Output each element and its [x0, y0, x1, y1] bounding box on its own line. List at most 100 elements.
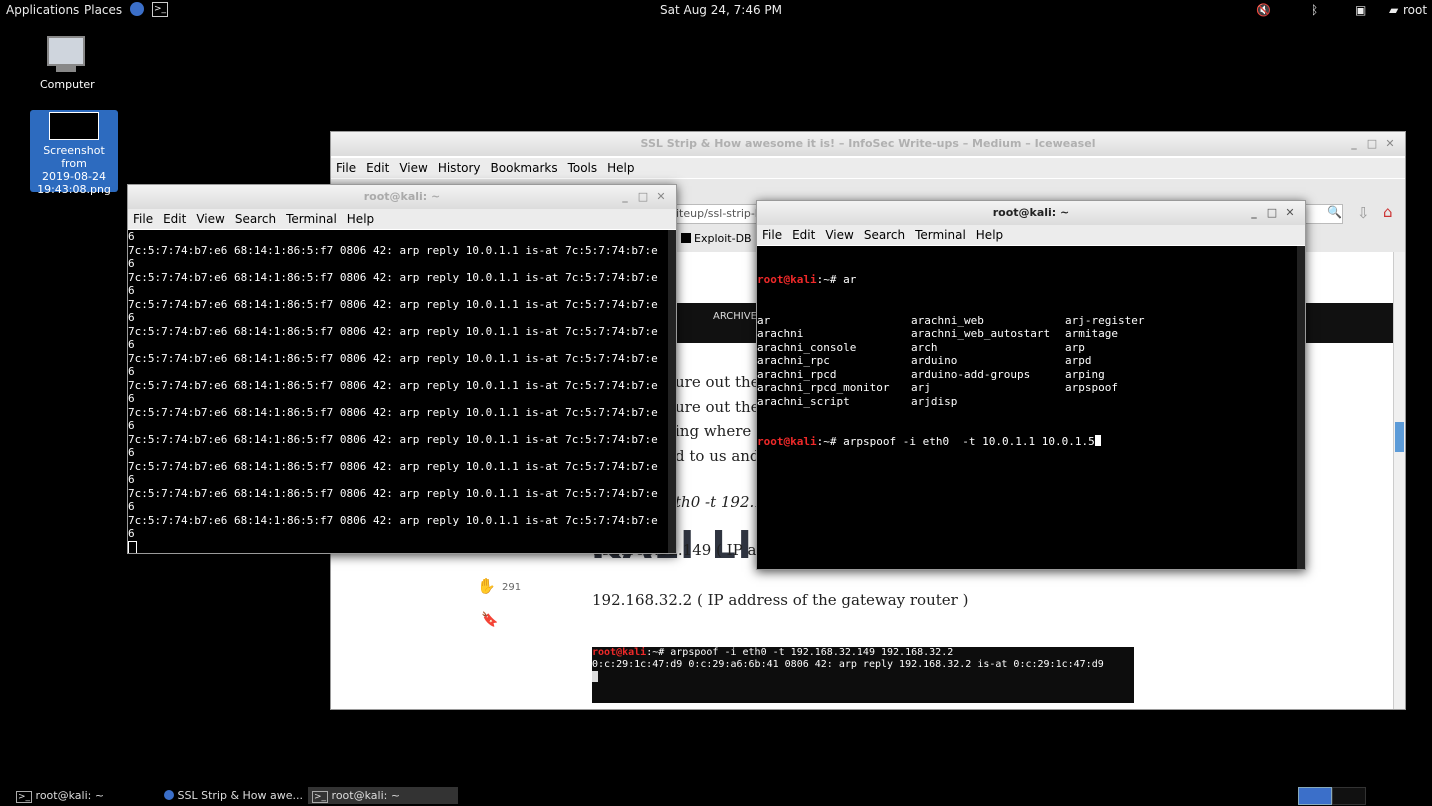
chat-icon[interactable]: ▰ — [1389, 3, 1398, 17]
bookmark-icon[interactable]: 🔖 — [481, 612, 498, 628]
completion-item: arp — [1065, 340, 1085, 354]
volume-muted-icon[interactable]: 🔇 — [1256, 3, 1271, 17]
completion-row: arachni_console arch arp — [757, 341, 1297, 355]
terminal-scrollbar[interactable] — [1297, 246, 1305, 569]
browser-scrollbar[interactable] — [1393, 252, 1405, 709]
browser-titlebar[interactable]: SSL Strip & How awesome it is! – InfoSec… — [331, 132, 1405, 156]
output-line: 7c:5:7:74:b7:e6 68:14:1:86:5:f7 0806 42:… — [128, 243, 658, 257]
article-code-screenshot: root@kali:~# arpspoof -i eth0 -t 192.168… — [592, 647, 1134, 703]
menu-help[interactable]: Help — [602, 158, 639, 178]
prompt-line: root@kali:~# ar — [757, 273, 857, 286]
menu-edit[interactable]: Edit — [361, 158, 394, 178]
terminal-cursor — [1094, 435, 1101, 446]
menu-file[interactable]: File — [128, 209, 158, 229]
terminal-cursor — [128, 540, 668, 553]
completion-item: ar — [757, 313, 771, 327]
menu-tools[interactable]: Tools — [563, 158, 603, 178]
clock[interactable]: Sat Aug 24, 7:46 PM — [660, 3, 782, 17]
close-icon[interactable]: ✕ — [1381, 132, 1399, 156]
menu-view[interactable]: View — [820, 225, 858, 245]
menu-search[interactable]: Search — [859, 225, 910, 245]
exploit-db-icon — [681, 233, 691, 243]
terminal-titlebar[interactable]: root@kali: ~ _ □ ✕ — [128, 185, 676, 209]
nav-archive[interactable]: ARCHIVE — [713, 311, 757, 322]
completion-item: arachni_rpcd — [757, 367, 837, 381]
output-line: 6 — [128, 257, 135, 270]
completion-row: ar arachni_web arj-register — [757, 314, 1297, 328]
image-thumbnail-icon — [49, 112, 99, 140]
code-prompt: root@kali — [592, 647, 647, 658]
output-line: 7c:5:7:74:b7:e6 68:14:1:86:5:f7 0806 42:… — [128, 351, 658, 365]
applications-menu[interactable]: Applications — [6, 3, 79, 17]
code-command: :~# arpspoof -i eth0 -t 192.168.32.149 1… — [646, 647, 954, 658]
minimize-icon[interactable]: _ — [1245, 201, 1263, 225]
clap-count: 291 — [502, 582, 522, 593]
taskbar: >_ root@kali: ~ SSL Strip & How awe... >… — [0, 785, 1432, 805]
terminal-titlebar[interactable]: root@kali: ~ _ □ ✕ — [757, 201, 1305, 225]
output-line: 6 — [128, 419, 135, 432]
terminal-menubar: File Edit View Search Terminal Help — [128, 209, 676, 229]
clap-icon[interactable]: ✋ — [477, 577, 496, 595]
output-line: 7c:5:7:74:b7:e6 68:14:1:86:5:f7 0806 42:… — [128, 513, 658, 527]
menu-view[interactable]: View — [191, 209, 229, 229]
bluetooth-icon[interactable]: ᛒ — [1311, 3, 1318, 17]
terminal-output[interactable]: root@kali:~# ar ar arachni_web arj-registe… — [757, 246, 1297, 569]
network-icon[interactable]: ▣ — [1355, 3, 1366, 17]
menu-help[interactable]: Help — [342, 209, 379, 229]
iceweasel-launcher-icon[interactable] — [130, 2, 144, 16]
bookmark-exploit-db[interactable]: Exploit-DB — [681, 232, 752, 245]
completion-item: arj-register — [1065, 313, 1145, 327]
workspace-switcher-1[interactable] — [1298, 787, 1332, 805]
menu-help[interactable]: Help — [971, 225, 1008, 245]
scrollbar-thumb[interactable] — [1395, 422, 1404, 452]
browser-title: SSL Strip & How awesome it is! – InfoSec… — [640, 137, 1096, 150]
minimize-icon[interactable]: _ — [1345, 132, 1363, 156]
taskbar-item-terminal-2[interactable]: >_ root@kali: ~ — [308, 787, 458, 804]
workspace-switcher-2[interactable] — [1332, 787, 1366, 805]
output-line: 7c:5:7:74:b7:e6 68:14:1:86:5:f7 0806 42:… — [128, 486, 658, 500]
menu-edit[interactable]: Edit — [787, 225, 820, 245]
close-icon[interactable]: ✕ — [1281, 201, 1299, 225]
output-line: 6 — [128, 230, 135, 243]
maximize-icon[interactable]: □ — [1263, 201, 1281, 225]
menu-search[interactable]: Search — [230, 209, 281, 229]
screenshot-file-icon[interactable]: Screenshot from 2019-08-24 19:43:08.png — [30, 110, 118, 196]
completion-item: arachni_script — [757, 394, 850, 408]
terminal-icon: >_ — [16, 791, 33, 803]
download-icon[interactable]: ⇩ — [1357, 204, 1370, 222]
file-label-line-2: 2019-08-24 — [42, 170, 106, 183]
url-bar[interactable]: iteup/ssl-strip-h — [675, 204, 767, 224]
terminal-scrollbar[interactable] — [668, 230, 676, 553]
menu-terminal[interactable]: Terminal — [910, 225, 971, 245]
output-line: 7c:5:7:74:b7:e6 68:14:1:86:5:f7 0806 42:… — [128, 405, 658, 419]
minimize-icon[interactable]: _ — [616, 185, 634, 209]
maximize-icon[interactable]: □ — [1363, 132, 1381, 156]
maximize-icon[interactable]: □ — [634, 185, 652, 209]
search-bar[interactable]: 🔍 — [1301, 204, 1343, 224]
completion-row: arachni_rpc arduino arpd — [757, 354, 1297, 368]
output-line: 7c:5:7:74:b7:e6 68:14:1:86:5:f7 0806 42:… — [128, 378, 658, 392]
terminal-launcher-icon[interactable]: >_ — [152, 2, 168, 17]
terminal-title: root@kali: ~ — [992, 206, 1070, 219]
menu-terminal[interactable]: Terminal — [281, 209, 342, 229]
menu-bookmarks[interactable]: Bookmarks — [486, 158, 563, 178]
completion-item: arpspoof — [1065, 381, 1118, 394]
menu-edit[interactable]: Edit — [158, 209, 191, 229]
output-line: 6 — [128, 311, 135, 324]
menu-file[interactable]: File — [331, 158, 361, 178]
taskbar-item-browser[interactable]: SSL Strip & How awe... — [160, 787, 304, 804]
completion-item: arj — [911, 381, 931, 394]
file-label-line-3: 19:43:08.png — [37, 183, 111, 196]
terminal-output[interactable]: 6 7c:5:7:74:b7:e6 68:14:1:86:5:f7 0806 42… — [128, 230, 668, 553]
output-line: 6 — [128, 446, 135, 459]
menu-file[interactable]: File — [757, 225, 787, 245]
taskbar-item-terminal-1[interactable]: >_ root@kali: ~ — [12, 787, 156, 804]
computer-desktop-icon[interactable]: Computer — [40, 36, 95, 91]
home-icon[interactable]: ⌂ — [1383, 203, 1393, 221]
top-panel: Applications Places >_ Sat Aug 24, 7:46 … — [0, 0, 1432, 21]
user-menu[interactable]: root — [1403, 3, 1427, 17]
menu-history[interactable]: History — [433, 158, 486, 178]
menu-view[interactable]: View — [394, 158, 432, 178]
places-menu[interactable]: Places — [84, 3, 122, 17]
close-icon[interactable]: ✕ — [652, 185, 670, 209]
